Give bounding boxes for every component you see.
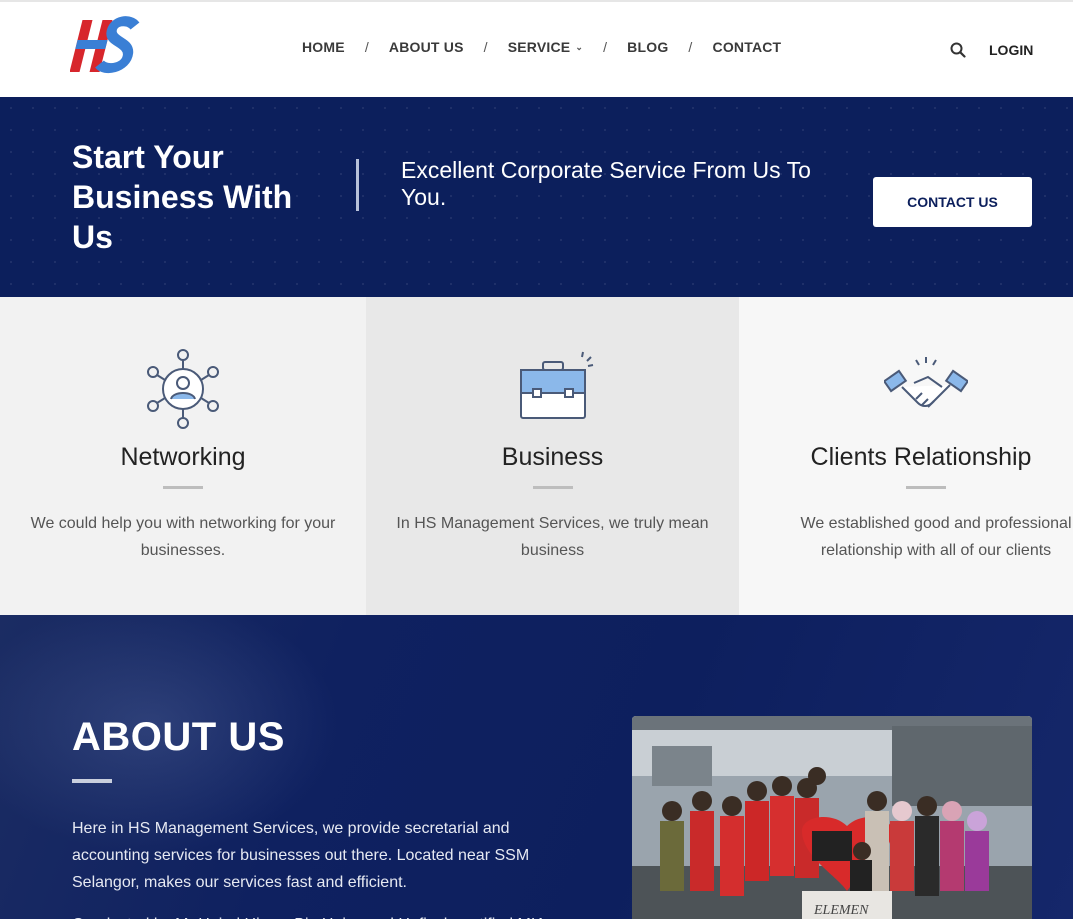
feature-divider [163, 486, 203, 489]
feature-title: Networking [120, 443, 246, 471]
hs-logo[interactable]: HS [70, 14, 142, 76]
feature-title: Clients Relationship [810, 443, 1032, 471]
hero-banner: Start Your Business With Us Excellent Co… [0, 97, 1073, 297]
nav-about-us[interactable]: ABOUT US [389, 39, 464, 55]
chevron-down-icon: ⌄ [575, 41, 584, 52]
features-section: Networking We could help you with networ… [0, 297, 1073, 615]
main-nav: HOME / ABOUT US / SERVICE ⌄ / BLOG / CON… [302, 39, 781, 55]
nav-home[interactable]: HOME [302, 39, 345, 55]
nav-service-label: SERVICE [507, 39, 571, 55]
about-text-continued: Conducted by Mr Hairul Hisam Bin Haiza a… [72, 911, 572, 919]
feature-business: Business In HS Management Services, we t… [366, 297, 739, 615]
nav-blog[interactable]: BLOG [627, 39, 668, 55]
feature-divider [532, 486, 573, 489]
feature-clients-relationship: Clients Relationship We established good… [739, 297, 1073, 615]
nav-separator: / [603, 39, 608, 55]
nav-separator: / [364, 39, 369, 55]
feature-description: We established good and professional rel… [800, 515, 1072, 559]
team-photo: ELEMEN [632, 716, 1032, 919]
briefcase-icon [519, 351, 593, 419]
feature-networking: Networking We could help you with networ… [0, 297, 366, 615]
about-section: ABOUT US Here in HS Management Services,… [0, 615, 1073, 919]
nav-contact[interactable]: CONTACT [713, 39, 782, 55]
about-divider [72, 779, 112, 783]
photo-sign-text: ELEMEN [813, 903, 869, 918]
nav-separator: / [688, 39, 693, 55]
nav-separator: / [483, 39, 488, 55]
about-text: Here in HS Management Services, we provi… [72, 820, 530, 891]
network-icon [147, 349, 219, 429]
hero-divider [356, 159, 359, 211]
hero-title: Start Your Business With Us [72, 139, 293, 255]
hero-subtitle: Excellent Corporate Service From Us To Y… [401, 157, 811, 210]
feature-title: Business [501, 443, 604, 471]
handshake-icon [884, 357, 969, 408]
feature-divider [906, 486, 947, 489]
feature-description: In HS Management Services, we truly mean… [396, 515, 709, 559]
nav-service[interactable]: SERVICE ⌄ [508, 39, 583, 55]
contact-us-button[interactable]: CONTACT US [873, 177, 1032, 227]
feature-description: We could help you with networking for yo… [30, 515, 336, 559]
about-title: ABOUT US [72, 715, 285, 759]
search-icon[interactable] [950, 42, 966, 58]
login-link[interactable]: LOGIN [989, 42, 1033, 58]
site-header: HS HOME / ABOUT US / SERVICE ⌄ / BLOG / … [0, 0, 1073, 97]
